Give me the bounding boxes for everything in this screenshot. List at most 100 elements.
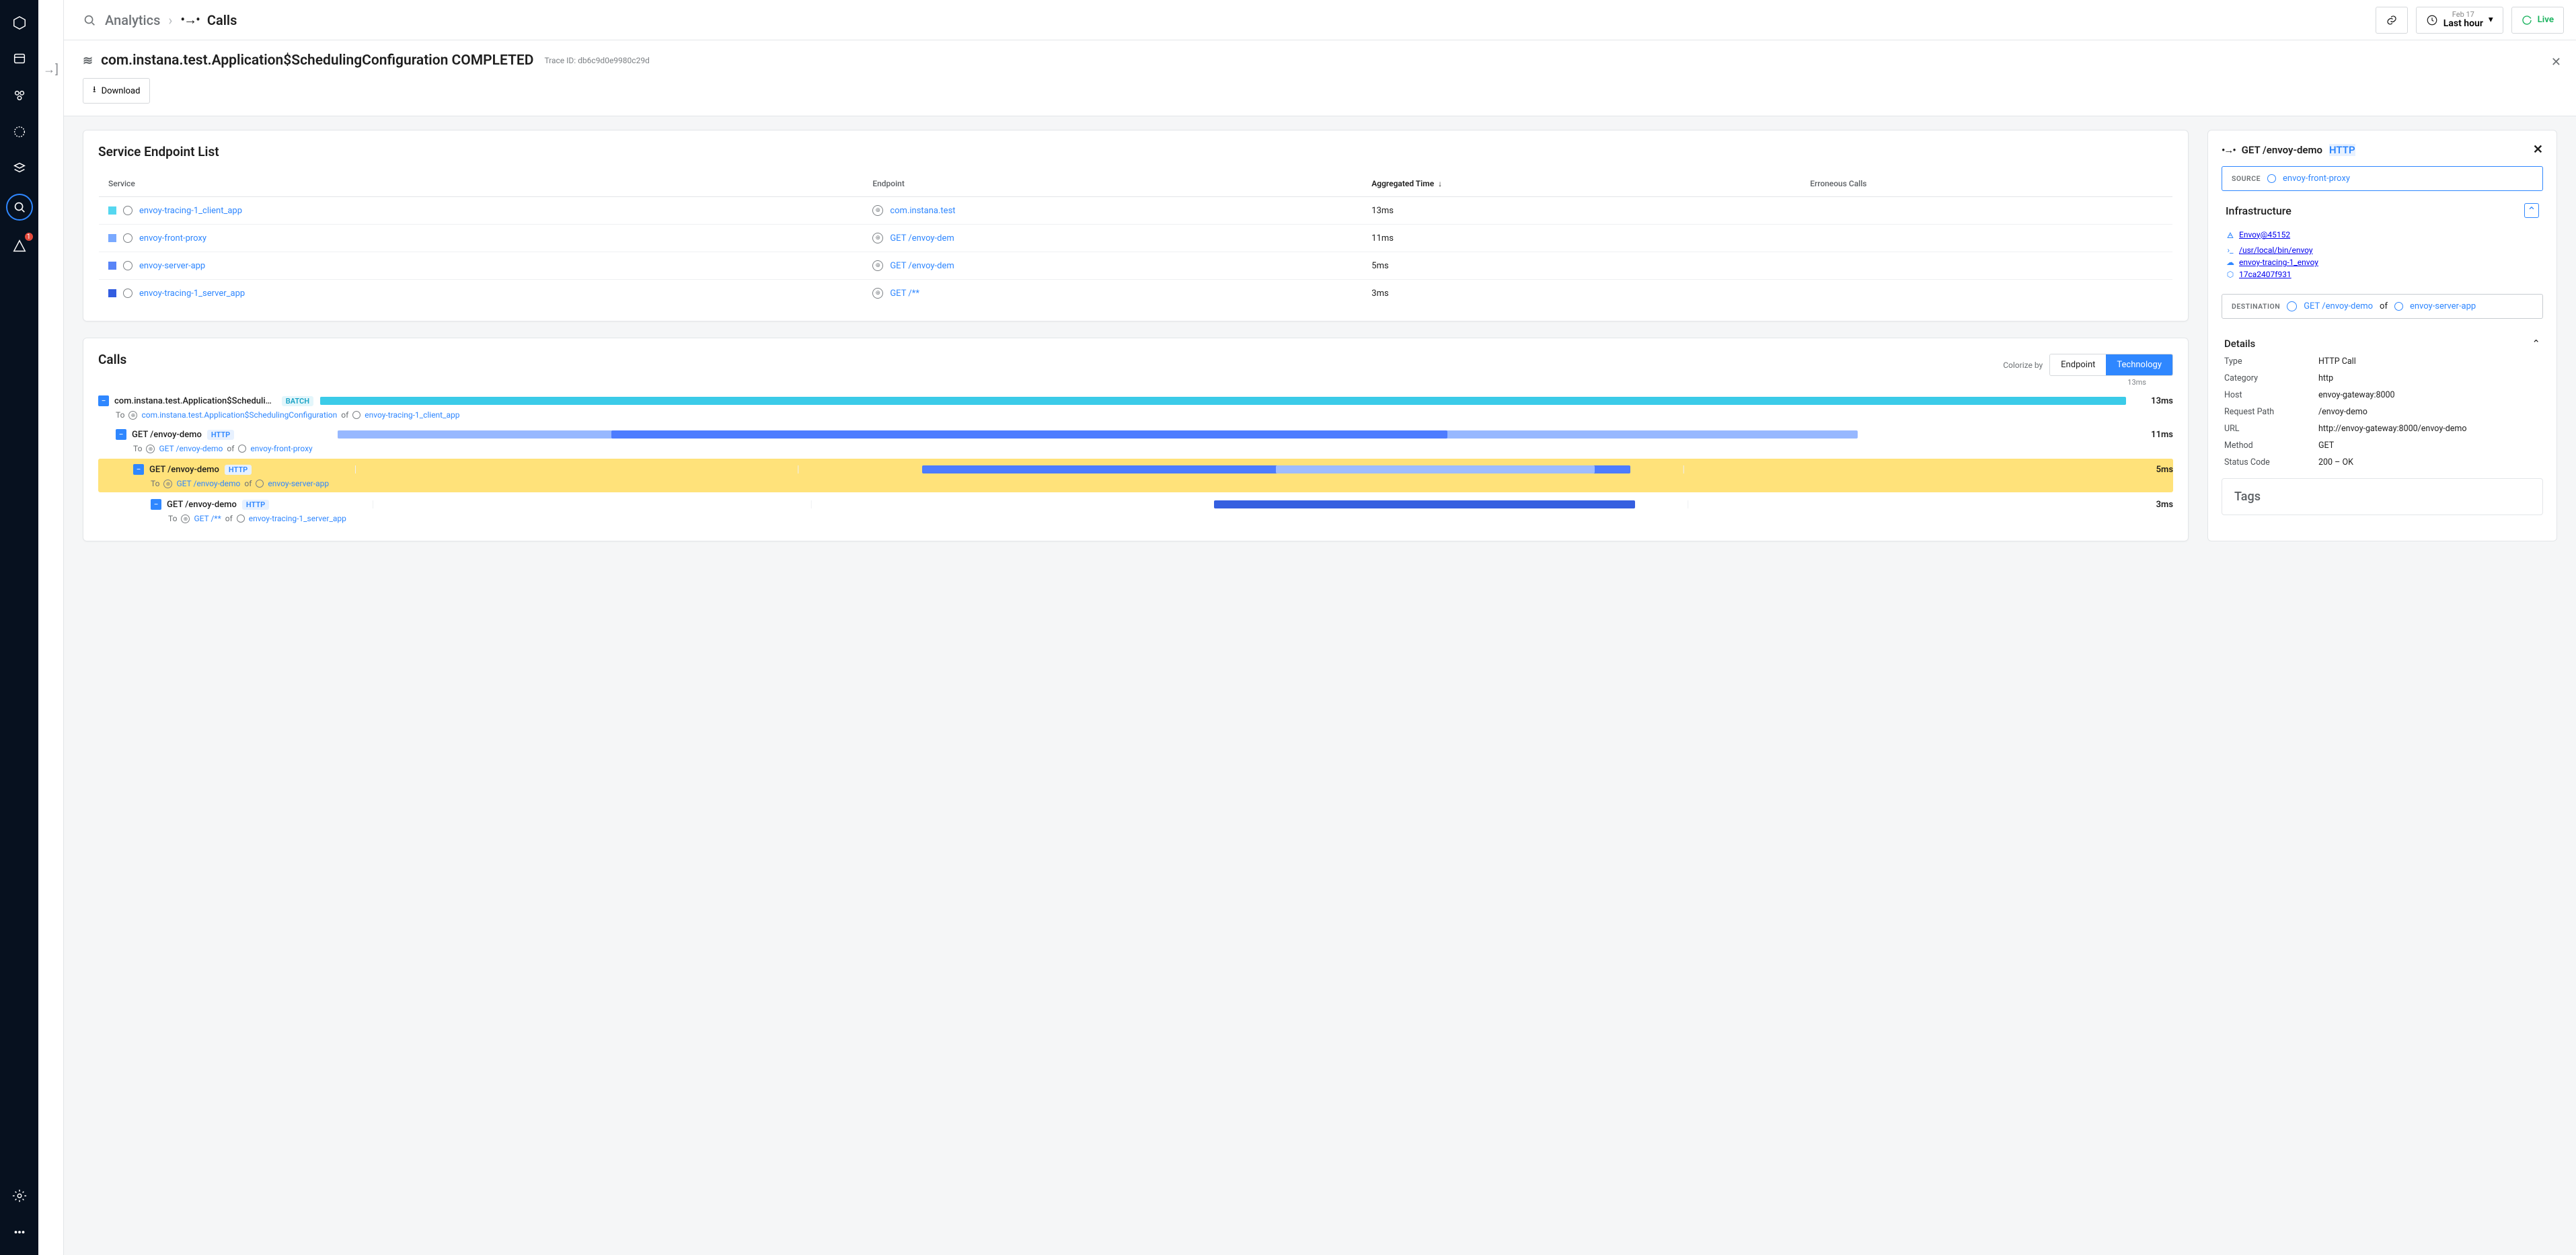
share-link-button[interactable] (2376, 7, 2408, 34)
service-icon (123, 233, 132, 243)
timeframe-button[interactable]: Feb 17 Last hour ▾ (2416, 7, 2503, 34)
dest-service[interactable]: envoy-server-app (2410, 301, 2476, 311)
service-link[interactable]: envoy-front-proxy (139, 233, 206, 243)
infra-item[interactable]: ›_/usr/local/bin/envoy (2226, 244, 2539, 256)
nav-platforms-icon[interactable] (9, 121, 30, 143)
service-icon (123, 206, 132, 215)
destination-box: DESTINATION GET /envoy-demo of envoy-ser… (2222, 294, 2543, 319)
collapse-icon[interactable]: − (116, 429, 126, 440)
call-type-tag: HTTP (242, 500, 269, 510)
calls-title: Calls (98, 352, 126, 367)
service-link[interactable]: envoy-tracing-1_client_app (139, 206, 242, 216)
live-button[interactable]: Live (2511, 7, 2564, 34)
sub-endpoint[interactable]: com.instana.test.Application$SchedulingC… (141, 410, 337, 420)
sub-service[interactable]: envoy-tracing-1_client_app (365, 410, 459, 420)
endpoint-link[interactable]: GET /** (890, 289, 919, 299)
agg-time: 11ms (1362, 225, 1801, 252)
analytics-icon (82, 13, 97, 28)
nav-settings-icon[interactable] (9, 1185, 30, 1207)
sub-endpoint[interactable]: GET /envoy-demo (176, 479, 240, 488)
call-row[interactable]: −GET /envoy-demoHTTP3ms (98, 494, 2173, 512)
endpoint-table: Service Endpoint Aggregated Time ↓ Erron… (98, 170, 2173, 307)
service-icon (2267, 174, 2276, 183)
nav-rail: 1 (0, 0, 38, 1255)
infra-item[interactable]: ☁envoy-tracing-1_envoy (2226, 256, 2539, 268)
call-name: com.instana.test.Application$SchedulingC… (114, 396, 276, 406)
table-row[interactable]: envoy-front-proxy ⊕ GET /envoy-dem 11ms (99, 225, 2173, 252)
collapse-icon[interactable]: − (151, 499, 161, 510)
tags-section: Tags (2222, 478, 2543, 515)
breadcrumb-root[interactable]: Analytics (105, 12, 160, 28)
service-icon (2394, 302, 2403, 311)
detail-value: envoy-gateway:8000 (2318, 390, 2540, 400)
agg-time: 13ms (1362, 197, 1801, 225)
call-subline: To ⊕ com.instana.test.Application$Schedu… (98, 409, 2173, 424)
service-link[interactable]: envoy-tracing-1_server_app (139, 289, 245, 299)
scale-label: 13ms (2127, 378, 2146, 387)
nav-events-badge: 1 (24, 231, 34, 242)
details-section-header[interactable]: Details ⌃ (2222, 328, 2543, 356)
colorize-technology[interactable]: Technology (2106, 354, 2172, 375)
call-tree: 13ms −com.instana.test.Application$Sched… (98, 390, 2173, 527)
col-erroneous[interactable]: Erroneous Calls (1801, 171, 2172, 197)
call-row[interactable]: −GET /envoy-demoHTTP5ms (98, 459, 2173, 478)
table-row[interactable]: envoy-tracing-1_server_app⊕GET /**3ms (99, 280, 2173, 307)
source-service[interactable]: envoy-front-proxy (2283, 174, 2350, 184)
sub-service[interactable]: envoy-front-proxy (250, 444, 312, 453)
endpoint-link[interactable]: com.instana.test (890, 206, 955, 216)
caret-down-icon: ▾ (2489, 15, 2493, 25)
sub-service[interactable]: envoy-server-app (268, 479, 329, 488)
detail-key: Type (2224, 356, 2318, 367)
call-subline: To ⊕ GET /envoy-demo of envoy-server-app (98, 478, 2173, 492)
col-aggregated-time[interactable]: Aggregated Time ↓ (1362, 171, 1801, 197)
agg-time: 3ms (1362, 280, 1801, 307)
dest-endpoint[interactable]: GET /envoy-demo (2304, 301, 2373, 311)
nav-logo-icon[interactable] (9, 12, 30, 34)
download-button[interactable]: ⭳ Download (83, 78, 150, 104)
endpoint-link[interactable]: GET /envoy-dem (890, 233, 954, 243)
infra-item[interactable]: 🜁Envoy@45152 (2226, 225, 2539, 244)
call-row[interactable]: −com.instana.test.Application$Scheduling… (98, 390, 2173, 409)
sub-endpoint[interactable]: GET /** (194, 514, 221, 523)
nav-apps-icon[interactable] (9, 85, 30, 106)
infra-collapse-icon[interactable]: ⌃ (2524, 203, 2539, 218)
sub-endpoint[interactable]: GET /envoy-demo (159, 444, 223, 453)
service-endpoint-card: Service Endpoint List Service Endpoint A… (83, 130, 2189, 321)
close-trace-icon[interactable]: ✕ (2551, 55, 2561, 69)
call-duration: 3ms (2133, 500, 2173, 510)
nav-events-icon[interactable]: 1 (9, 235, 30, 257)
endpoint-icon: ⊕ (146, 445, 155, 453)
detail-value: /envoy-demo (2318, 407, 2540, 417)
collapse-icon[interactable]: − (133, 464, 144, 475)
endpoint-icon: ⊕ (128, 411, 137, 420)
timeframe-main: Last hour (2444, 19, 2483, 29)
nav-infra-icon[interactable] (9, 157, 30, 179)
collapse-icon[interactable]: − (98, 395, 109, 406)
close-detail-icon[interactable]: ✕ (2533, 143, 2543, 157)
nav-analytics-icon[interactable] (6, 194, 33, 221)
detail-value: http://envoy-gateway:8000/envoy-demo (2318, 424, 2540, 434)
table-row[interactable]: envoy-tracing-1_client_app ⊕ com.instana.t… (99, 197, 2173, 225)
source-box: SOURCE envoy-front-proxy (2222, 166, 2543, 191)
infra-item[interactable]: ⬡17ca2407f931 (2226, 268, 2539, 280)
endpoint-list-title: Service Endpoint List (98, 144, 2173, 159)
http-tag: HTTP (2329, 144, 2355, 156)
endpoint-icon: ⊕ (872, 205, 883, 216)
call-row[interactable]: −GET /envoy-demoHTTP11ms (98, 424, 2173, 443)
endpoint-link[interactable]: GET /envoy-dem (890, 261, 954, 271)
sidebar-expand-icon[interactable]: →] (43, 63, 59, 1255)
nav-websites-icon[interactable] (9, 48, 30, 70)
detail-value: HTTP Call (2318, 356, 2540, 367)
sub-service[interactable]: envoy-tracing-1_server_app (249, 514, 346, 523)
col-service[interactable]: Service (99, 171, 864, 197)
col-endpoint[interactable]: Endpoint (863, 171, 1362, 197)
trace-header: ≋ com.instana.test.Application$Schedulin… (64, 40, 2576, 116)
table-row[interactable]: envoy-server-app⊕GET /envoy-dem5ms (99, 252, 2173, 280)
source-label: SOURCE (2232, 174, 2261, 183)
endpoint-icon: ⊕ (872, 233, 883, 243)
nav-more-icon[interactable] (9, 1221, 30, 1243)
service-link[interactable]: envoy-server-app (139, 261, 205, 271)
endpoint-icon: ⊕ (163, 480, 172, 488)
infra-item-icon: ›_ (2226, 245, 2235, 255)
colorize-endpoint[interactable]: Endpoint (2050, 354, 2106, 375)
